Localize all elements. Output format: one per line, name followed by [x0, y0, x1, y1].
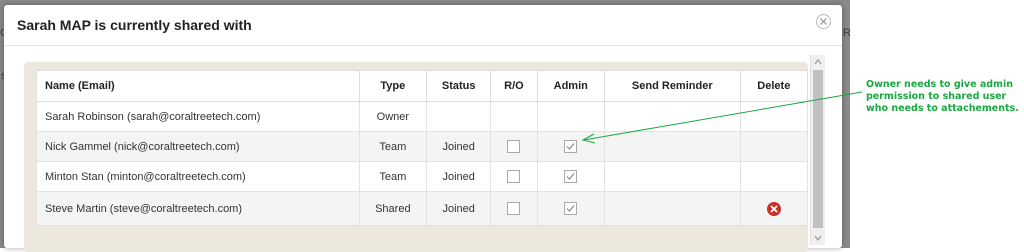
annotation-note: Owner needs to give admin permission to … [866, 79, 1019, 114]
column-header-send-reminder: Send Reminder [603, 70, 741, 102]
member-type: Team [358, 131, 428, 162]
ro-checkbox[interactable] [507, 170, 521, 183]
delete-cell [739, 191, 809, 226]
admin-checkbox[interactable] [564, 140, 578, 153]
scroll-down-arrow-icon[interactable] [811, 231, 825, 245]
column-header-type: Type [358, 70, 428, 102]
column-header-status: Status [426, 70, 492, 102]
member-type: Owner [358, 101, 428, 132]
close-icon[interactable] [816, 14, 831, 29]
table-row: Steve Martin (steve@coraltreetech.com) S… [36, 191, 809, 226]
admin-checkbox[interactable] [564, 170, 578, 183]
send-reminder-cell [603, 101, 741, 132]
ro-cell [490, 161, 538, 192]
admin-cell [536, 101, 605, 132]
ro-checkbox[interactable] [507, 202, 521, 215]
member-name: Nick Gammel (nick@coraltreetech.com) [36, 131, 360, 162]
member-type: Team [358, 161, 428, 192]
delete-cell [739, 131, 809, 162]
modal-header: Sarah MAP is currently shared with [4, 5, 842, 46]
table-row: Nick Gammel (nick@coraltreetech.com) Tea… [36, 131, 809, 162]
share-modal: Sarah MAP is currently shared with Name … [4, 5, 842, 252]
table-row: Sarah Robinson (sarah@coraltreetech.com)… [36, 101, 809, 132]
backdrop-text-fragment: R [843, 27, 851, 39]
member-type: Shared [358, 191, 428, 226]
share-table: Name (Email) Type Status R/O Admin Send … [36, 70, 809, 226]
scroll-up-arrow-icon[interactable] [811, 55, 825, 69]
table-scrollbar[interactable] [810, 55, 825, 245]
send-reminder-cell [603, 161, 741, 192]
table-header-row: Name (Email) Type Status R/O Admin Send … [36, 70, 809, 102]
share-table-panel: Name (Email) Type Status R/O Admin Send … [24, 62, 809, 252]
column-header-ro: R/O [490, 70, 538, 102]
send-reminder-cell [603, 191, 741, 226]
ro-cell [490, 191, 538, 226]
member-status: Joined [426, 191, 492, 226]
ro-cell [490, 101, 538, 132]
column-header-admin: Admin [536, 70, 605, 102]
delete-cell [739, 101, 809, 132]
member-status: Joined [426, 131, 492, 162]
member-status [426, 101, 492, 132]
member-name: Minton Stan (minton@coraltreetech.com) [36, 161, 360, 192]
member-name: Sarah Robinson (sarah@coraltreetech.com) [36, 101, 360, 132]
send-reminder-cell [603, 131, 741, 162]
table-row: Minton Stan (minton@coraltreetech.com) T… [36, 161, 809, 192]
modal-title: Sarah MAP is currently shared with [17, 17, 252, 33]
column-header-name: Name (Email) [36, 70, 360, 102]
admin-cell [536, 131, 605, 162]
ro-cell [490, 131, 538, 162]
delete-cell [739, 161, 809, 192]
delete-icon[interactable] [766, 201, 781, 216]
ro-checkbox[interactable] [507, 140, 521, 153]
admin-cell [536, 191, 605, 226]
member-name: Steve Martin (steve@coraltreetech.com) [36, 191, 360, 226]
admin-checkbox[interactable] [564, 202, 578, 215]
scroll-thumb[interactable] [813, 70, 823, 228]
admin-cell [536, 161, 605, 192]
member-status: Joined [426, 161, 492, 192]
column-header-delete: Delete [739, 70, 809, 102]
